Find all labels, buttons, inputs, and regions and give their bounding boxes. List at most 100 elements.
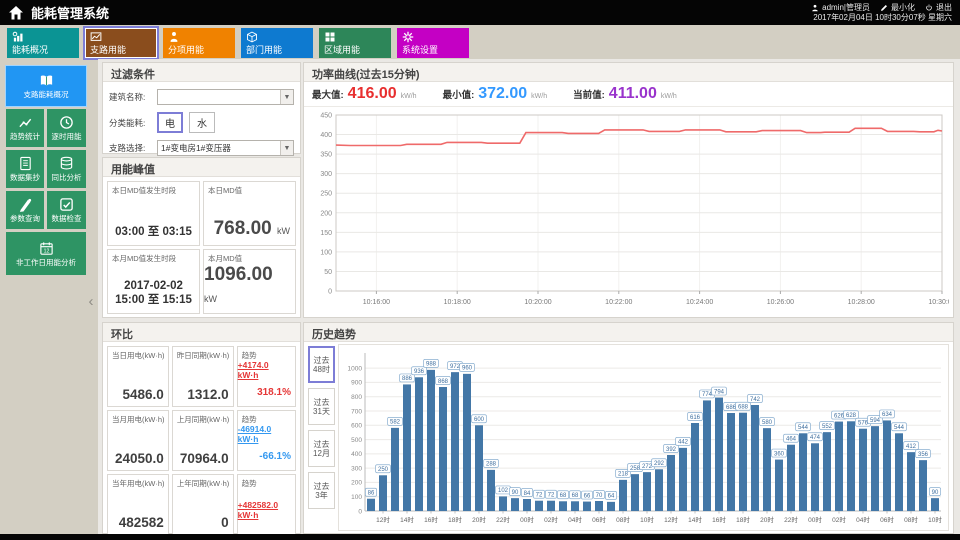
tab-label: 部门用能 (246, 43, 282, 56)
svg-text:100: 100 (351, 494, 362, 501)
svg-text:218: 218 (618, 472, 629, 478)
tab-dept-energy[interactable]: 部门用能 (241, 28, 313, 58)
svg-text:72: 72 (548, 493, 555, 499)
svg-text:400: 400 (320, 132, 332, 139)
svg-text:02时: 02时 (544, 515, 558, 524)
logout-button[interactable]: 退出 (925, 3, 952, 13)
query-icon (18, 197, 33, 212)
category-button-electric[interactable]: 电 (157, 112, 183, 133)
svg-text:616: 616 (690, 415, 701, 421)
app-title: 能耗管理系统 (31, 3, 109, 22)
svg-text:250: 250 (378, 467, 389, 473)
svg-text:700: 700 (351, 408, 362, 415)
book-icon (39, 73, 54, 88)
svg-text:580: 580 (762, 420, 773, 426)
sidebar-item-data-check[interactable]: 数据检查 (47, 191, 86, 229)
svg-text:90: 90 (932, 490, 939, 496)
sidebar-item-label: 数据集抄 (8, 174, 42, 182)
svg-text:600: 600 (474, 417, 485, 423)
svg-text:00时: 00时 (808, 515, 822, 524)
huanbi-panel-title: 环比 (103, 323, 300, 342)
trend-cell: 趋势+4174.0 kW·h318.1% (237, 346, 296, 407)
stat-label: 当前值: (573, 87, 605, 101)
svg-text:18时: 18时 (736, 515, 750, 524)
category-button-water[interactable]: 水 (189, 112, 215, 133)
tab-energy-overview[interactable]: 能耗概况 (7, 28, 79, 58)
stat-label: 最大值: (312, 87, 344, 101)
stat-value: 411.00 (609, 85, 657, 103)
svg-text:634: 634 (882, 412, 893, 418)
svg-text:686: 686 (726, 405, 737, 411)
branch-select[interactable]: 1#变电房1#变压器 ▼ (157, 140, 294, 156)
sidebar-item-label: 数据检查 (50, 215, 84, 223)
sidebar-item-non-workday-analysis[interactable]: 非工作日用能分析 (6, 232, 86, 275)
sidebar-collapse-button[interactable]: ‹ (84, 290, 98, 314)
history-tab-31天[interactable]: 过去31天 (308, 388, 335, 425)
datetime: 2017年02月04日 10时30分07秒 星期六 (811, 13, 952, 23)
svg-text:22时: 22时 (496, 515, 510, 524)
svg-text:300: 300 (320, 171, 332, 178)
history-tab-12月[interactable]: 过去12月 (308, 430, 335, 467)
cell-label: 上月同期(kW·h) (173, 411, 233, 425)
svg-text:10时: 10时 (640, 515, 654, 524)
svg-text:594: 594 (870, 418, 881, 424)
tab-area-energy[interactable]: 区域用能 (319, 28, 391, 58)
svg-text:08时: 08时 (616, 515, 630, 524)
cell-label: 上年同期(kW·h) (173, 475, 233, 489)
sidebar-item-trend-statistics[interactable]: 趋势统计 (6, 109, 44, 147)
history-tab-3年[interactable]: 过去3年 (308, 472, 335, 509)
cell-label: 昨日同期(kW·h) (173, 347, 233, 361)
svg-text:12时: 12时 (664, 515, 678, 524)
building-select[interactable]: ▼ (157, 89, 294, 105)
power-curve-panel: 功率曲线(过去15分钟) 最大值: 416.00 kW/h最小值: 372.00… (303, 62, 954, 318)
power-stat: 最大值: 416.00 kW/h (312, 85, 417, 103)
user-label: admin|管理员 (822, 3, 870, 13)
history-chart-frame: 010020030040050060070080090010008625012时… (338, 344, 949, 531)
svg-text:04时: 04时 (856, 515, 870, 524)
svg-text:774: 774 (702, 392, 713, 398)
history-panel-title: 历史趋势 (304, 323, 953, 342)
tab-label: 能耗概况 (12, 43, 48, 56)
cell-value: 0 (221, 515, 229, 530)
tab-system-settings[interactable]: 系统设置 (397, 28, 469, 58)
person-icon (168, 31, 180, 43)
user-menu[interactable]: admin|管理员 (811, 3, 870, 13)
svg-text:10:28:00: 10:28:00 (848, 299, 875, 306)
trend-cell: 趋势-46914.0 kW·h-66.1% (237, 410, 296, 471)
filter-panel: 过滤条件 建筑名称: ▼ 分类能耗: 电水 支路选择: 1#变电房1#变压器 ▼ (102, 62, 301, 154)
logout-label: 退出 (936, 3, 952, 13)
svg-text:392: 392 (666, 447, 677, 453)
svg-text:200: 200 (320, 210, 332, 217)
stat-value: 372.00 (478, 85, 527, 103)
minimize-button[interactable]: 最小化 (880, 3, 915, 13)
svg-text:544: 544 (798, 425, 809, 431)
svg-text:16时: 16时 (424, 515, 438, 524)
sidebar-item-hourly-energy[interactable]: 逐时用能 (47, 109, 86, 147)
svg-text:10:20:00: 10:20:00 (524, 299, 551, 306)
svg-text:66: 66 (584, 493, 591, 499)
sidebar-item-data-collection[interactable]: 数据集抄 (6, 150, 44, 188)
svg-text:258: 258 (630, 466, 641, 472)
svg-text:150: 150 (320, 230, 332, 237)
sidebar-item-branch-energy-overview[interactable]: 支路能耗概况 (6, 66, 86, 106)
svg-text:06时: 06时 (592, 515, 606, 524)
cell-label: 当日用电(kW·h) (108, 347, 168, 361)
clock-icon (59, 115, 74, 130)
sidebar-item-label: 支路能耗概况 (22, 91, 71, 99)
tab-branch-energy[interactable]: 支路用能 (85, 28, 157, 58)
sidebar-item-label: 逐时用能 (50, 133, 84, 141)
topbar: 能耗管理系统 admin|管理员 最小化 退出 2017年02月04日 10时3… (0, 0, 960, 25)
trend-cell: 趋势+482582.0 kW·h (237, 474, 296, 535)
tab-label: 系统设置 (402, 43, 438, 56)
svg-text:272: 272 (642, 464, 653, 470)
sidebar-item-parameter-query[interactable]: 参数查询 (6, 191, 44, 229)
history-tab-48时[interactable]: 过去48时 (308, 346, 335, 383)
svg-text:00时: 00时 (520, 515, 534, 524)
svg-text:450: 450 (320, 113, 332, 120)
home-icon (8, 5, 24, 21)
tab-item-energy[interactable]: 分项用能 (163, 28, 235, 58)
sidebar-item-yoy-analysis[interactable]: 同比分析 (47, 150, 86, 188)
svg-text:10:18:00: 10:18:00 (444, 299, 471, 306)
svg-text:0: 0 (358, 508, 362, 515)
svg-text:576: 576 (858, 421, 869, 427)
